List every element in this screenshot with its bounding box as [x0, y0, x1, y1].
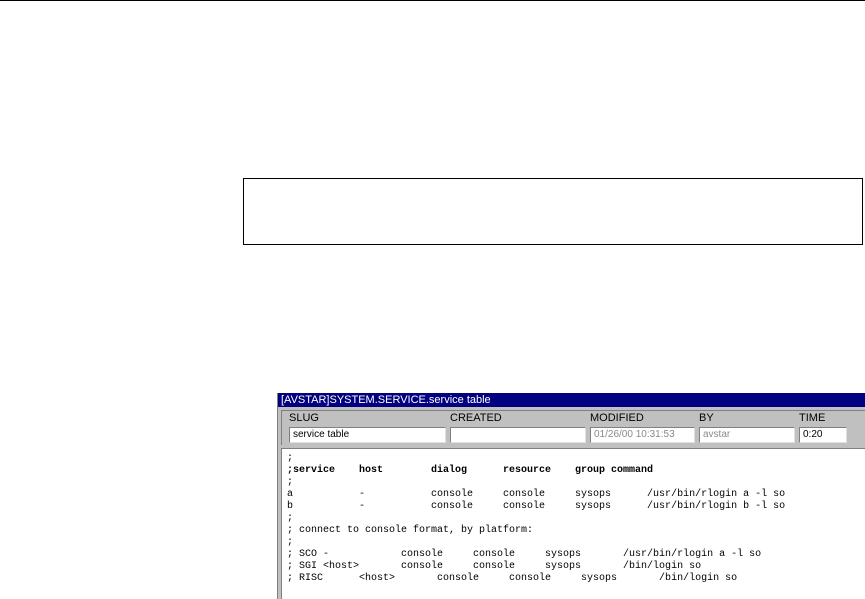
text-line: ; SGI <host> console console sysops /bin…	[287, 561, 702, 572]
time-label: TIME	[799, 412, 826, 424]
text-line: ;	[287, 537, 294, 548]
created-field[interactable]	[450, 427, 586, 443]
text-line: ;	[287, 513, 294, 524]
slug-field[interactable]: service table	[289, 427, 446, 443]
text-line: ;service host dialog resource group comm…	[287, 465, 654, 476]
created-label: CREATED	[450, 412, 502, 424]
text-line: ; RISC <host> console console sysops /bi…	[287, 573, 738, 584]
text-line: ; connect to console format, by platform…	[287, 525, 534, 536]
service-table-window: [AVSTAR]SYSTEM.SERVICE.service table SLU…	[277, 393, 865, 599]
text-line: ; SCO - console console sysops /usr/bin/…	[287, 549, 762, 560]
text-line: b - console console sysops /usr/bin/rlog…	[287, 501, 786, 512]
top-rule	[0, 0, 865, 1]
slug-label: SLUG	[289, 412, 319, 424]
text-line: ;	[287, 453, 294, 464]
modified-label: MODIFIED	[590, 412, 644, 424]
story-header-panel: SLUG service table CREATED MODIFIED 01/2…	[281, 410, 865, 445]
text-line: a - console console sysops /usr/bin/rlog…	[287, 489, 786, 500]
window-titlebar[interactable]: [AVSTAR]SYSTEM.SERVICE.service table	[278, 393, 865, 407]
modified-field: 01/26/00 10:31:53	[590, 427, 695, 443]
story-text-editor[interactable]: ; ;service host dialog resource group co…	[281, 448, 865, 599]
time-field[interactable]: 0:20	[799, 427, 847, 443]
text-line: ;	[287, 477, 294, 488]
note-box	[243, 178, 863, 245]
by-label: BY	[699, 412, 714, 424]
by-field: avstar	[699, 427, 795, 443]
